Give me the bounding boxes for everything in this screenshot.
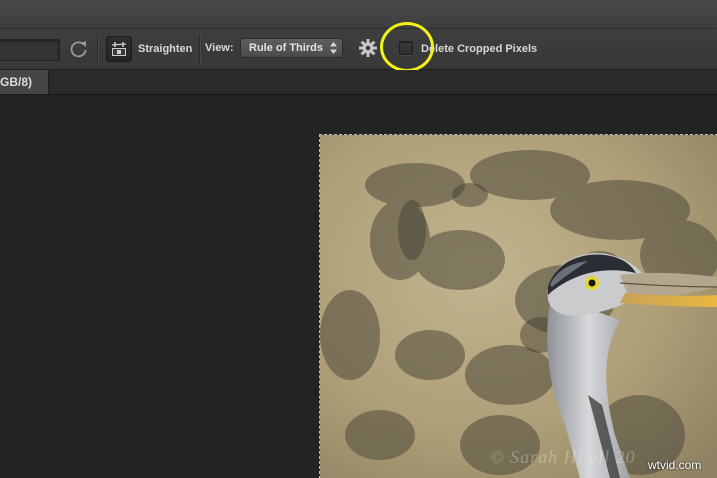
straighten-label[interactable]: Straighten	[138, 42, 192, 56]
chevron-updown-icon	[330, 42, 337, 54]
heron-photo	[320, 135, 717, 478]
view-label: View:	[205, 42, 234, 54]
photo-watermark: © Sarah Hi ell 20	[490, 447, 636, 467]
straighten-icon	[111, 42, 127, 56]
gear-icon[interactable]	[358, 38, 378, 58]
toolbar-separator	[97, 35, 98, 63]
view-overlay-select[interactable]: Rule of Thirds	[240, 38, 343, 58]
rotate-icon[interactable]	[68, 37, 90, 61]
view-overlay-value: Rule of Thirds	[249, 42, 323, 54]
photo-canvas[interactable]	[319, 134, 717, 478]
app-title-strip	[0, 0, 717, 29]
document-tab[interactable]: GB/8)	[0, 70, 49, 94]
site-watermark: wtvid.com	[648, 458, 702, 472]
toolbar-separator	[199, 35, 200, 63]
highlight-circle-annotation	[380, 22, 434, 72]
straighten-button[interactable]	[106, 36, 132, 62]
document-tab-label: GB/8)	[0, 75, 33, 89]
document-tab-bar	[0, 70, 717, 95]
delete-cropped-label[interactable]: Delete Cropped Pixels	[421, 42, 537, 56]
ratio-input[interactable]	[0, 39, 60, 61]
